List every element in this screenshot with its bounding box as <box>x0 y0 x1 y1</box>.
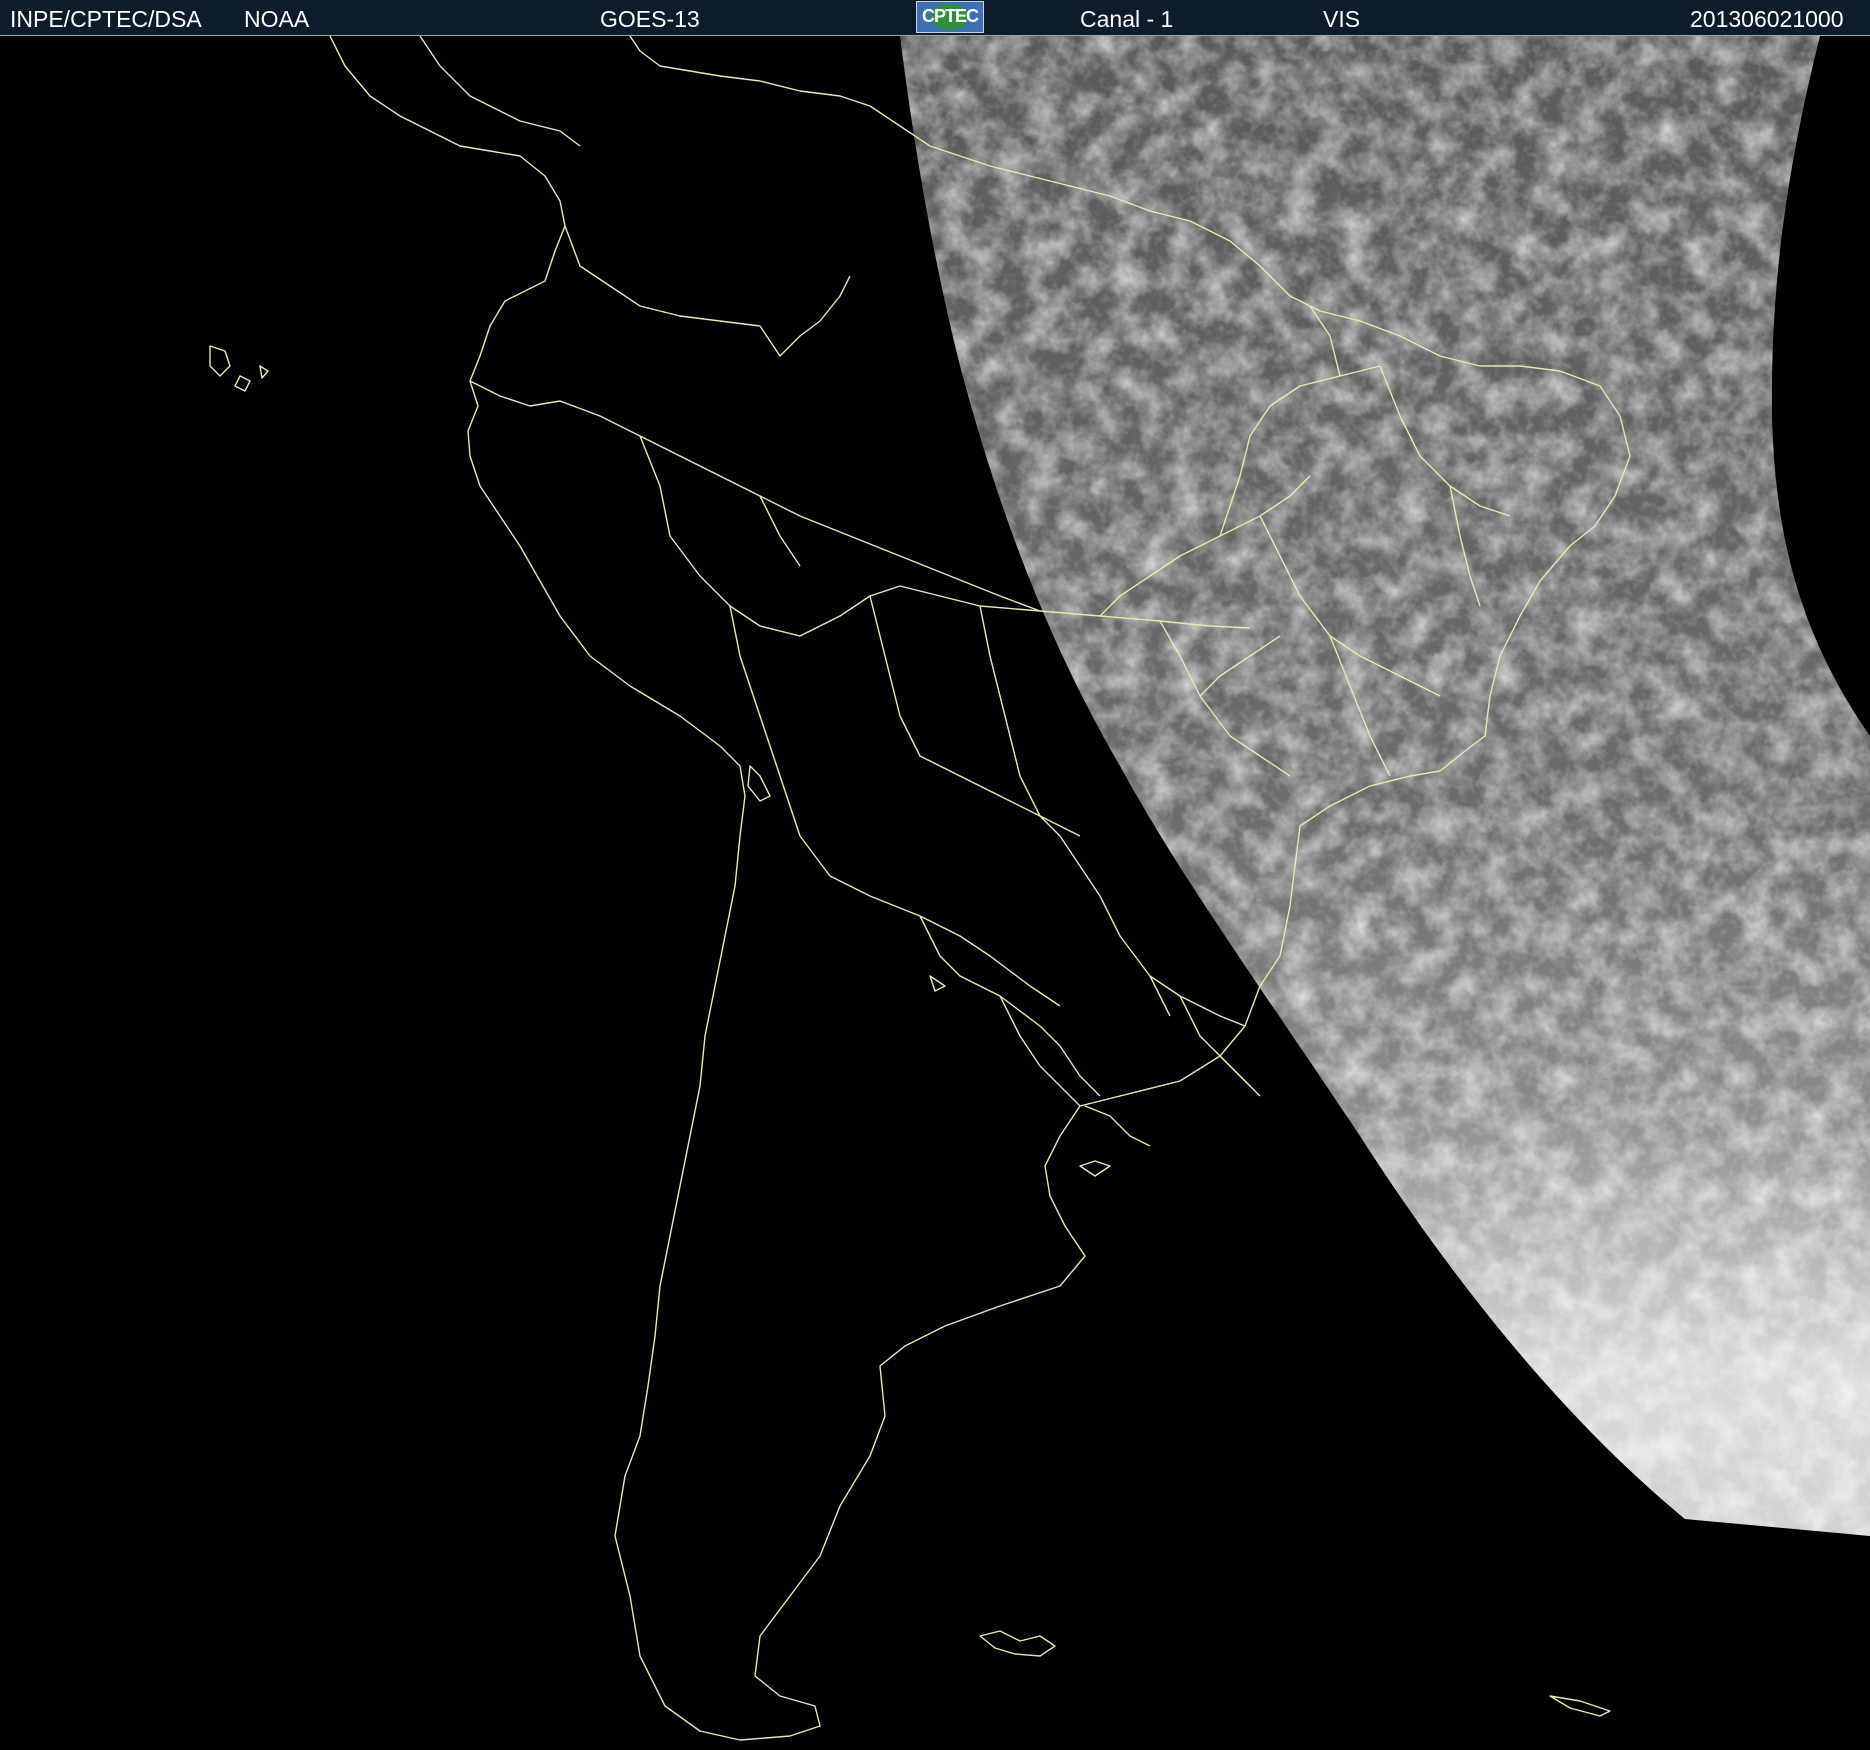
cptec-logo: CPTEC <box>916 1 984 33</box>
channel-label: Canal - 1 <box>1080 6 1174 32</box>
satellite-map <box>0 36 1870 1750</box>
logo-text: CPTEC <box>921 6 979 26</box>
satellite-label: GOES-13 <box>600 6 700 32</box>
organization-label: INPE/CPTEC/DSA <box>10 6 202 32</box>
agency-label: NOAA <box>244 6 310 32</box>
header-bar: INPE/CPTEC/DSA NOAA GOES-13 CPTEC Canal … <box>0 0 1870 36</box>
band-label: VIS <box>1323 6 1361 32</box>
timestamp-label: 201306021000 <box>1690 6 1844 32</box>
